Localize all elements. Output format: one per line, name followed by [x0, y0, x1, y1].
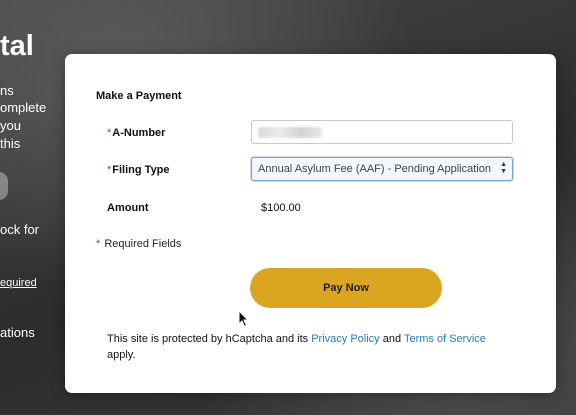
required-mark: *	[107, 127, 112, 139]
payment-modal: Make a Payment *A-Number *Filing Type An…	[65, 54, 556, 393]
background-text-line: ations	[0, 325, 35, 340]
background-text-line: you	[0, 118, 21, 133]
required-fields-note: * Required Fields	[96, 238, 181, 250]
pay-now-button[interactable]: Pay Now	[250, 268, 442, 308]
filing-type-label: *Filing Type	[107, 164, 170, 176]
required-mark: *	[107, 164, 112, 176]
captcha-text: apply.	[107, 349, 136, 361]
background-text-line: ock for	[0, 222, 40, 237]
background-link[interactable]: equired	[0, 274, 37, 292]
a-number-label: *A-Number	[107, 127, 165, 139]
background-text-line: this	[0, 136, 21, 151]
captcha-notice: This site is protected by hCaptcha and i…	[107, 331, 507, 363]
required-mark: *	[96, 238, 101, 250]
background-text-line: omplete	[0, 100, 47, 115]
amount-value: $100.00	[261, 202, 301, 214]
amount-label: Amount	[107, 202, 149, 214]
filing-type-label-text: Filing Type	[112, 164, 170, 176]
captcha-text: and	[379, 333, 404, 345]
background-text-line: ns	[0, 83, 14, 98]
filing-type-select[interactable]: Annual Asylum Fee (AAF) - Pending Applic…	[251, 157, 513, 181]
background-page-title: tal	[0, 30, 34, 62]
mouse-pointer-icon	[238, 310, 250, 328]
captcha-text: This site is protected by hCaptcha and i…	[107, 333, 312, 345]
a-number-label-text: A-Number	[112, 127, 166, 139]
select-arrows-icon: ▲ ▼	[500, 161, 507, 175]
filing-type-selected: Annual Asylum Fee (AAF) - Pending Applic…	[258, 163, 491, 175]
a-number-input[interactable]	[251, 120, 513, 144]
terms-of-service-link[interactable]: Terms of Service	[404, 333, 486, 345]
modal-heading: Make a Payment	[96, 90, 182, 102]
redacted-value	[258, 127, 322, 138]
required-fields-text: Required Fields	[104, 238, 182, 250]
privacy-policy-link[interactable]: Privacy Policy	[311, 333, 379, 345]
